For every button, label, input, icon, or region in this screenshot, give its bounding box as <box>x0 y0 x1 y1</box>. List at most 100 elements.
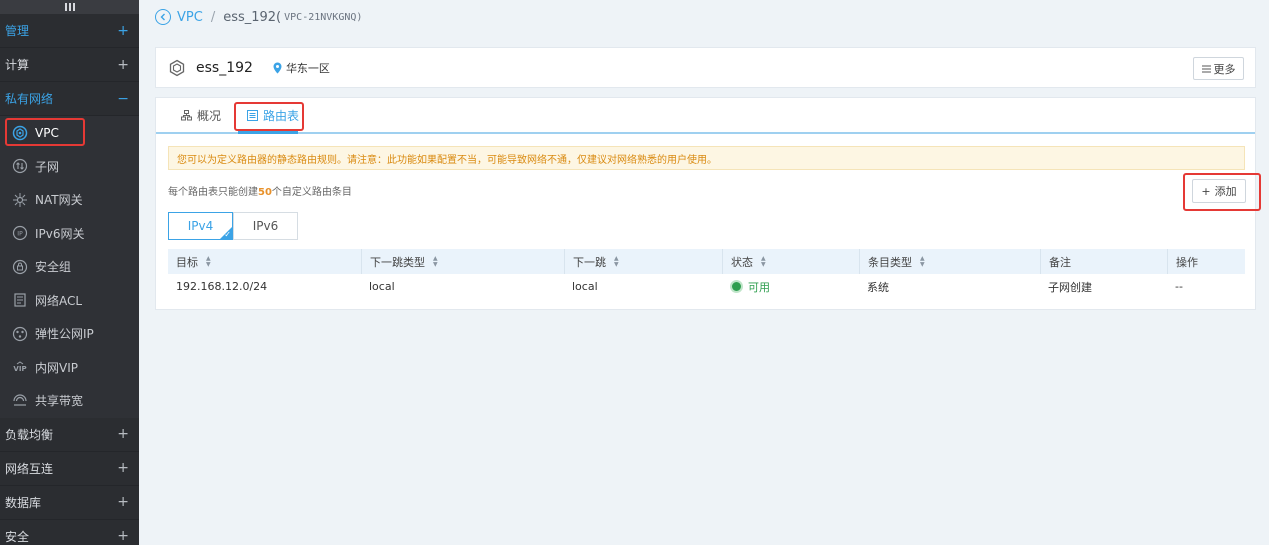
sidebar-item-label: 网络ACL <box>35 293 83 308</box>
elastic-ip-icon <box>12 326 28 342</box>
security-group-icon <box>12 259 28 275</box>
sidebar-group-label: 数据库 <box>5 495 42 510</box>
sort-icon: ▲ ▼ <box>920 254 925 268</box>
route-table-card: 概况 路由表 您可以为定义路由器的静态路由规则。请注意：此功能如果配置不当，可能… <box>155 97 1261 310</box>
expand-icon: + <box>117 22 129 39</box>
breadcrumb: VPC / ess_192( VPC-21NVKGNQ) <box>139 0 1269 34</box>
sidebar-item-label: 共享带宽 <box>35 394 84 409</box>
sidebar-group-label: 私有网络 <box>5 92 54 106</box>
sidebar-item-subnet[interactable]: 子网 <box>0 149 139 183</box>
sidebar-item-ipv6-gateway[interactable]: IP IPv6网关 <box>0 216 139 250</box>
more-button[interactable]: 更多 <box>1193 57 1244 80</box>
tab-route-table[interactable]: 路由表 <box>241 98 305 132</box>
sidebar: 管理 + 计算 + 私有网络 − VPC 子网 NAT网关 IP IPv6网关 … <box>0 0 139 545</box>
expand-icon: + <box>117 426 129 442</box>
column-header-entry-type[interactable]: 条目类型 ▲ ▼ <box>859 249 1040 274</box>
ipv4-label: IPv4 <box>187 219 214 233</box>
sidebar-item-security-group[interactable]: 安全组 <box>0 250 139 284</box>
sidebar-group-interconnect[interactable]: 网络互连 + <box>0 452 139 486</box>
cell-remark: 子网创建 <box>1048 280 1092 294</box>
add-button-label: 添加 <box>1214 185 1237 198</box>
cell-target: 192.168.12.0/24 <box>176 280 268 293</box>
sidebar-group-security[interactable]: 安全 + <box>0 520 139 545</box>
sidebar-group-private-network[interactable]: 私有网络 − <box>0 82 139 116</box>
menu-icon <box>64 3 75 11</box>
plus-icon: + <box>1201 184 1211 198</box>
region-text: 华东一区 <box>285 61 330 75</box>
sidebar-item-label: NAT网关 <box>35 193 83 208</box>
sidebar-item-nat-gateway[interactable]: NAT网关 <box>0 183 139 217</box>
sort-icon: ▲ ▼ <box>614 254 619 268</box>
column-label: 操作 <box>1176 255 1198 269</box>
ipv6-gateway-icon: IP <box>12 225 28 241</box>
limit-suffix: 个自定义路由条目 <box>271 187 352 198</box>
sidebar-group-label: 计算 <box>5 58 30 72</box>
column-header-nexthop[interactable]: 下一跳 ▲ ▼ <box>564 249 722 274</box>
sidebar-group-manage[interactable]: 管理 + <box>0 14 139 48</box>
sort-icon: ▲ ▼ <box>433 254 438 268</box>
sidebar-item-network-acl[interactable]: 网络ACL <box>0 283 139 317</box>
more-button-label: 更多 <box>1213 62 1236 76</box>
expand-icon: + <box>117 460 129 476</box>
column-label: 备注 <box>1049 255 1071 269</box>
svg-text:IP: IP <box>17 231 23 238</box>
column-label: 目标 <box>176 255 198 269</box>
cell-nexthop: local <box>572 280 598 293</box>
cell-action: -- <box>1175 280 1183 293</box>
sidebar-item-elastic-ip[interactable]: 弹性公网IP <box>0 317 139 351</box>
ipv4-option[interactable]: IPv4 ✓ <box>168 212 233 240</box>
main-content: VPC / ess_192( VPC-21NVKGNQ) ess_192 华东一… <box>139 0 1269 545</box>
column-header-status[interactable]: 状态 ▲ ▼ <box>722 249 859 274</box>
sort-icon: ▲ ▼ <box>761 254 766 268</box>
expand-icon: + <box>117 494 129 510</box>
ipv6-option[interactable]: IPv6 <box>233 212 298 240</box>
ip-version-switch: IPv4 ✓ IPv6 <box>168 212 298 240</box>
column-label: 下一跳 <box>573 255 606 269</box>
breadcrumb-vpc-id: VPC-21NVKGNQ) <box>284 11 363 23</box>
nat-gateway-icon <box>12 192 28 208</box>
sidebar-item-label: VPC <box>35 125 59 140</box>
ipv6-label: IPv6 <box>252 219 279 233</box>
check-icon: ✓ <box>224 230 231 239</box>
vpc-name: ess_192 <box>196 59 253 76</box>
sidebar-item-shared-bandwidth[interactable]: 共享带宽 <box>0 384 139 418</box>
expand-icon: + <box>117 56 129 73</box>
sidebar-item-label: 子网 <box>35 159 60 174</box>
column-header-action: 操作 <box>1167 249 1245 274</box>
subnet-icon <box>12 158 28 174</box>
vpc-icon <box>168 59 186 77</box>
sidebar-item-label: IPv6网关 <box>35 226 85 241</box>
sidebar-group-compute[interactable]: 计算 + <box>0 48 139 82</box>
column-label: 条目类型 <box>868 255 912 269</box>
column-header-remark: 备注 <box>1040 249 1167 274</box>
route-table: 目标 ▲ ▼ 下一跳类型 ▲ ▼ 下一跳 ▲ ▼ 状态 ▲ ▼ 条目类型 ▲ ▼ 备注 操作 192… <box>168 249 1245 299</box>
region-label: 华东一区 <box>273 60 330 76</box>
sidebar-group-database[interactable]: 数据库 + <box>0 486 139 520</box>
limit-count: 50 <box>258 187 272 198</box>
column-header-target[interactable]: 目标 ▲ ▼ <box>168 249 361 274</box>
tab-overview[interactable]: 概况 <box>175 98 227 132</box>
table-row: 192.168.12.0/24 local local 可用 系统 子网创建 -… <box>168 274 1245 299</box>
status-dot-icon <box>730 280 743 293</box>
sidebar-item-vpc[interactable]: VPC <box>0 116 139 150</box>
column-label: 下一跳类型 <box>370 255 425 269</box>
svg-text:VIP: VIP <box>13 365 26 373</box>
network-acl-icon <box>12 292 28 308</box>
sidebar-item-vip[interactable]: VIP 内网VIP <box>0 350 139 384</box>
column-header-nexthop-type[interactable]: 下一跳类型 ▲ ▼ <box>361 249 564 274</box>
overview-icon <box>181 109 192 121</box>
vpc-icon <box>12 125 28 141</box>
route-table-icon <box>247 109 259 121</box>
sidebar-group-load-balancing[interactable]: 负载均衡 + <box>0 418 139 452</box>
add-route-button[interactable]: + 添加 <box>1192 179 1246 203</box>
table-header: 目标 ▲ ▼ 下一跳类型 ▲ ▼ 下一跳 ▲ ▼ 状态 ▲ ▼ 条目类型 ▲ ▼ 备注 操作 <box>168 249 1245 274</box>
cell-nexthop-type: local <box>369 280 395 293</box>
breadcrumb-separator: / <box>210 9 216 25</box>
sidebar-group-label: 安全 <box>5 529 30 544</box>
column-label: 状态 <box>731 255 753 269</box>
breadcrumb-vpc-link[interactable]: VPC <box>177 10 203 25</box>
sidebar-collapse-toggle[interactable] <box>0 0 139 14</box>
back-icon[interactable] <box>155 9 171 25</box>
route-limit-text: 每个路由表只能创建50个自定义路由条目 <box>168 183 352 198</box>
warning-notice: 您可以为定义路由器的静态路由规则。请注意：此功能如果配置不当，可能导致网络不通，… <box>168 146 1245 170</box>
